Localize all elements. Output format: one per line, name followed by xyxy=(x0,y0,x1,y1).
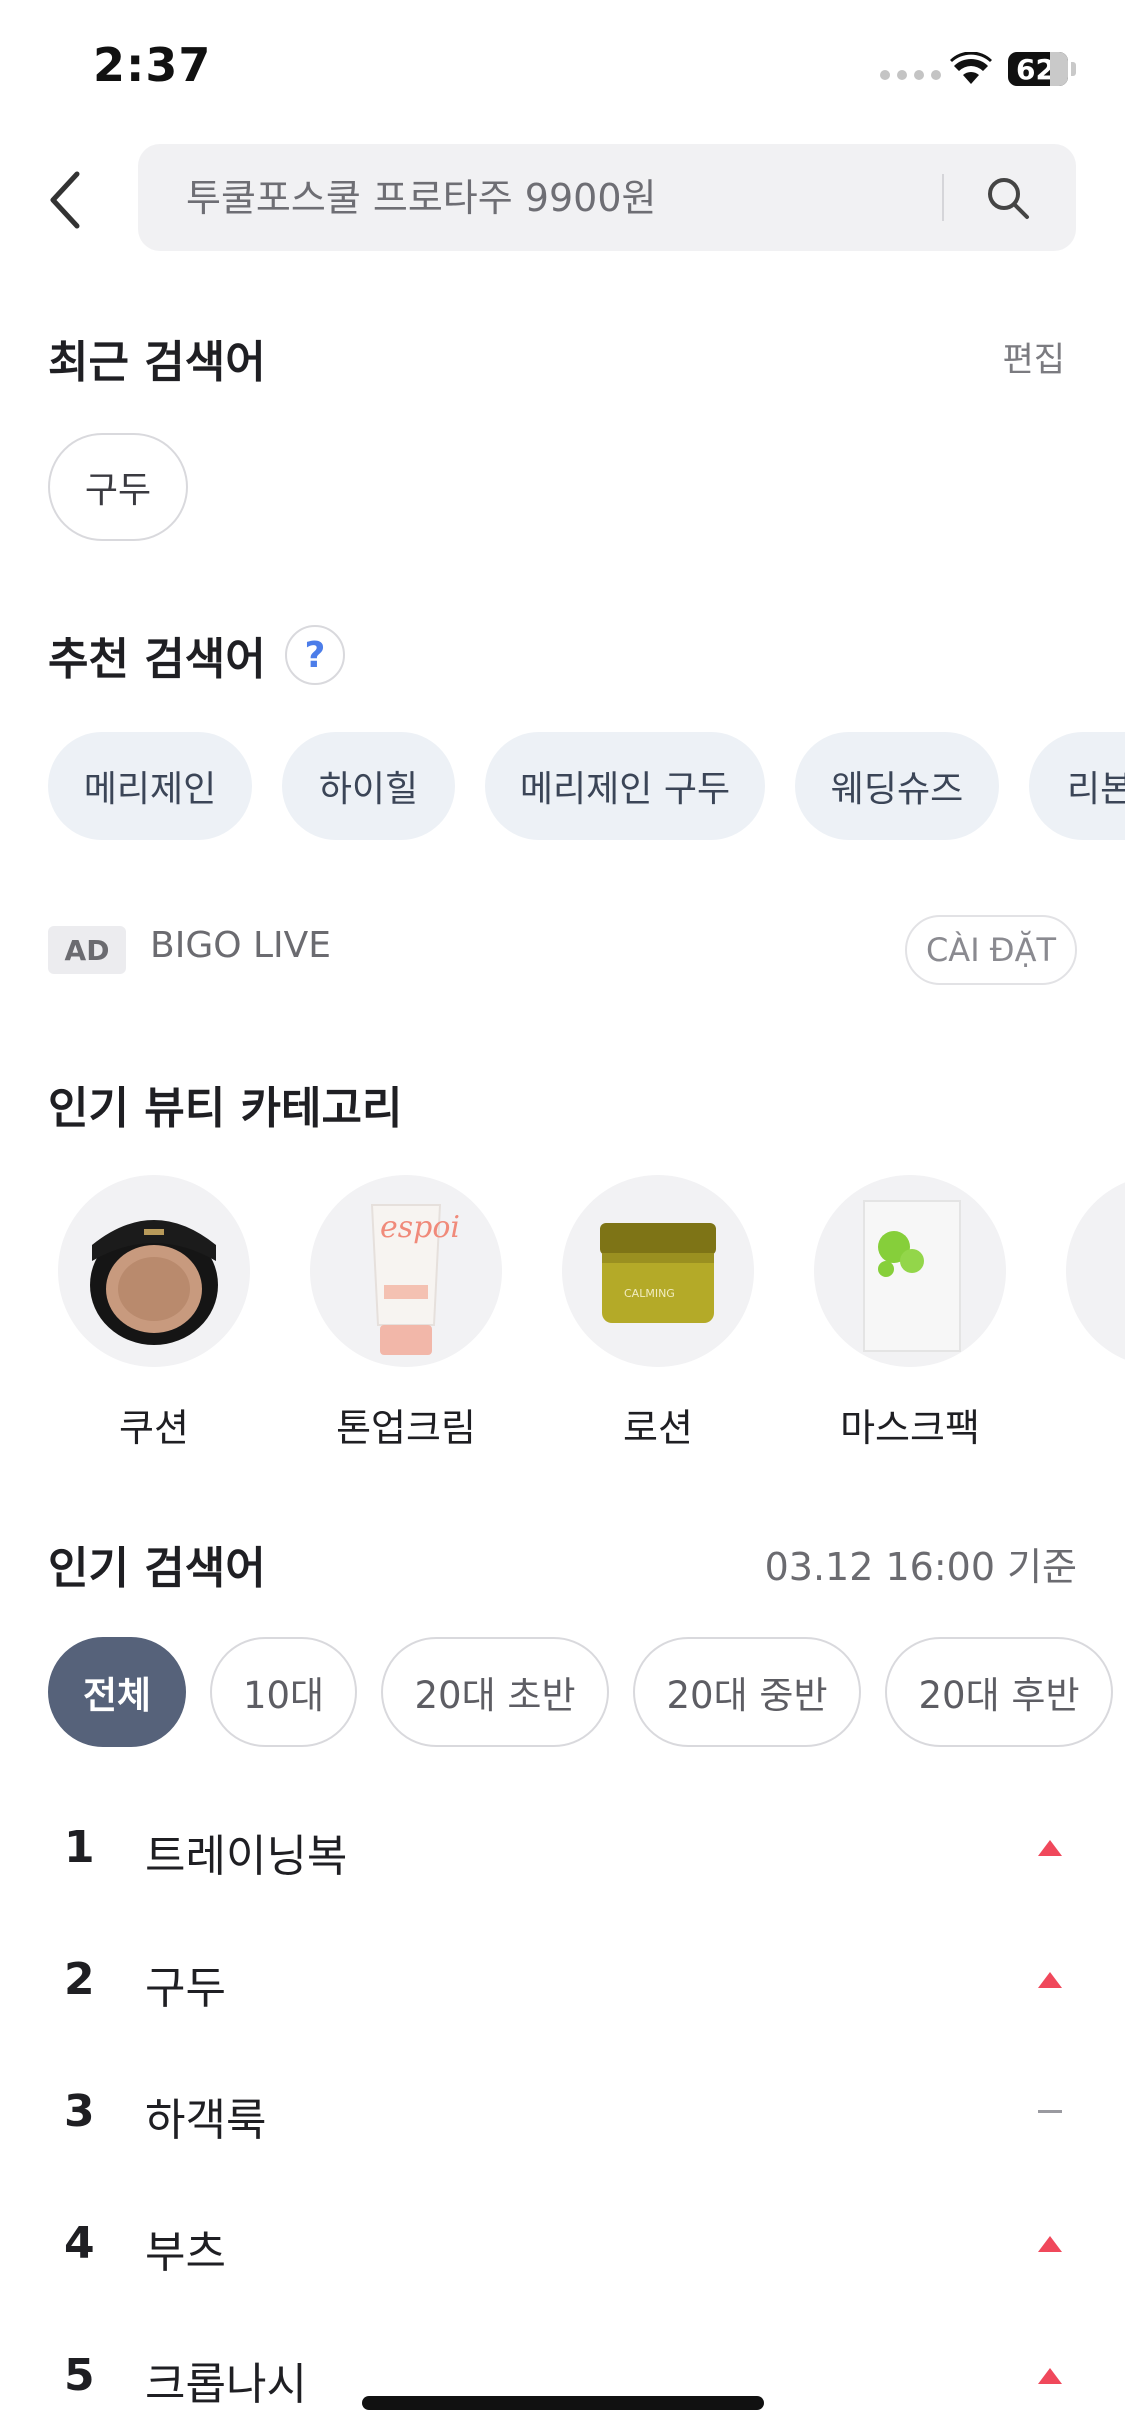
age-filter-row: 전체 10대 20대 초반 20대 중반 20대 후반 xyxy=(0,1630,1125,1760)
ad-badge: AD xyxy=(48,926,126,974)
battery-icon: 62 xyxy=(1008,52,1068,86)
rank-number: 2 xyxy=(64,1954,95,2005)
recommended-chip[interactable]: 메리제인 구두 xyxy=(485,732,765,840)
beauty-category-label: 마스크팩 xyxy=(840,1406,980,1450)
help-icon[interactable]: ? xyxy=(285,625,345,685)
svg-text:CALMING: CALMING xyxy=(624,1287,675,1300)
age-filter-chip[interactable]: 20대 중반 xyxy=(633,1637,861,1747)
lotion-jar-image: CALMING xyxy=(562,1175,754,1367)
mask-pack-image xyxy=(814,1175,1006,1367)
toneup-cream-tube-image: espoi xyxy=(310,1175,502,1367)
ad-install-button[interactable]: CÀI ĐẶT xyxy=(905,915,1077,985)
search-bar xyxy=(138,144,1076,251)
edit-button[interactable]: 편집 xyxy=(1002,332,1065,381)
trend-up-icon xyxy=(1038,2368,1062,2384)
popular-searches-timestamp: 03.12 16:00 기준 xyxy=(764,1545,1077,1589)
beauty-category-label: 로션 xyxy=(623,1406,693,1450)
search-icon xyxy=(988,178,1029,219)
search-button[interactable] xyxy=(976,166,1040,230)
beauty-category-item[interactable]: 마스크팩 xyxy=(812,1175,1008,1452)
beauty-category-item[interactable]: 립 xyxy=(1064,1175,1125,1452)
recommended-searches-title: 추천 검색어 xyxy=(48,634,266,685)
age-filter-chip[interactable]: 20대 초반 xyxy=(381,1637,609,1747)
rank-term: 크롭나시 xyxy=(145,2359,307,2410)
popular-search-row[interactable]: 1 트레이닝복 xyxy=(0,1782,1125,1914)
beauty-category-label: 톤업크림 xyxy=(336,1406,476,1450)
popular-search-row[interactable]: 5 크롭나시 xyxy=(0,2310,1125,2436)
recommended-chips-row: 메리제인 하이힐 메리제인 구두 웨딩슈즈 리본 xyxy=(0,728,1125,848)
rank-number: 1 xyxy=(64,1822,95,1873)
beauty-category-item[interactable]: 쿠션 xyxy=(56,1175,252,1452)
trend-same-icon xyxy=(1038,2110,1062,2113)
rank-term: 부츠 xyxy=(145,2227,226,2278)
recent-searches-title: 최근 검색어 xyxy=(48,337,266,388)
beauty-category-item[interactable]: espoi 톤업크림 xyxy=(308,1175,504,1452)
beauty-categories-row: 쿠션 espoi 톤업크림 CALMING 로션 마스크팩 xyxy=(0,1175,1125,1455)
rank-term: 구두 xyxy=(145,1963,226,2014)
popular-searches-title: 인기 검색어 xyxy=(48,1543,266,1594)
age-filter-chip[interactable]: 전체 xyxy=(48,1637,186,1747)
search-divider xyxy=(942,174,944,221)
status-bar: 2:37 62 xyxy=(0,0,1125,140)
rank-term: 트레이닝복 xyxy=(145,1831,348,1882)
trend-up-icon xyxy=(1038,2236,1062,2252)
back-button[interactable] xyxy=(40,165,90,235)
recommended-chip[interactable]: 웨딩슈즈 xyxy=(795,732,999,840)
chevron-left-icon xyxy=(50,171,80,229)
search-input[interactable] xyxy=(186,144,946,251)
cushion-compact-image xyxy=(58,1175,250,1367)
svg-text:espoi: espoi xyxy=(380,1210,460,1245)
recommended-chip[interactable]: 메리제인 xyxy=(48,732,252,840)
rank-number: 3 xyxy=(64,2086,95,2137)
age-filter-chip[interactable]: 10대 xyxy=(210,1637,357,1747)
recommended-chip[interactable]: 리본 xyxy=(1029,732,1125,840)
recommended-chip[interactable]: 하이힐 xyxy=(282,732,455,840)
beauty-categories-title: 인기 뷰티 카테고리 xyxy=(48,1083,403,1134)
popular-search-row[interactable]: 3 하객룩 xyxy=(0,2046,1125,2178)
wifi-icon xyxy=(950,52,992,84)
rank-term: 하객룩 xyxy=(145,2095,267,2146)
trend-up-icon xyxy=(1038,1972,1062,1988)
trend-up-icon xyxy=(1038,1840,1062,1856)
status-time: 2:37 xyxy=(93,38,212,92)
beauty-category-label: 립 xyxy=(1064,1397,1125,1452)
lip-product-image xyxy=(1066,1175,1125,1367)
home-indicator[interactable] xyxy=(362,2396,764,2410)
ad-advertiser-name[interactable]: BIGO LIVE xyxy=(150,925,331,966)
age-filter-chip[interactable]: 20대 후반 xyxy=(885,1637,1113,1747)
popular-search-row[interactable]: 4 부츠 xyxy=(0,2178,1125,2310)
beauty-category-label: 쿠션 xyxy=(119,1406,189,1450)
recent-search-chip[interactable]: 구두 xyxy=(48,433,188,541)
popular-search-row[interactable]: 2 구두 xyxy=(0,1914,1125,2046)
rank-number: 4 xyxy=(64,2218,95,2269)
beauty-category-item[interactable]: CALMING 로션 xyxy=(560,1175,756,1452)
cellular-signal-icon xyxy=(880,70,941,80)
rank-number: 5 xyxy=(64,2350,95,2401)
